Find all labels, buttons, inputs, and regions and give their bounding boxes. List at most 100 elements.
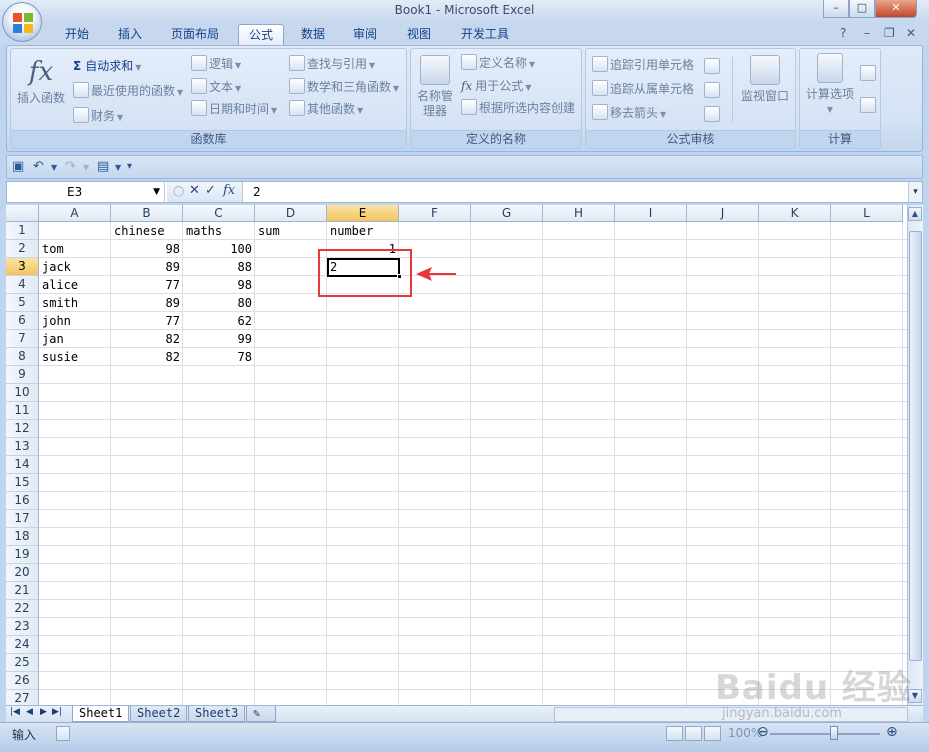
cell-a8[interactable]: susie bbox=[39, 348, 111, 366]
sheet-tab-sheet1[interactable]: Sheet1 bbox=[72, 706, 130, 722]
cell-b6[interactable]: 77 bbox=[111, 312, 183, 330]
tab-developer[interactable]: 开发工具 bbox=[450, 24, 520, 45]
row-header-23[interactable]: 23 bbox=[6, 618, 39, 636]
recent-functions-button[interactable]: 最近使用的函数 ▼ bbox=[73, 82, 183, 100]
row-header-10[interactable]: 10 bbox=[6, 384, 39, 402]
cell-b5[interactable]: 89 bbox=[111, 294, 183, 312]
name-box[interactable]: E3 ▼ bbox=[7, 182, 165, 202]
calculate-sheet-icon[interactable] bbox=[860, 97, 876, 113]
column-header-k[interactable]: K bbox=[759, 205, 831, 222]
customize-qat-icon[interactable]: ▾ bbox=[127, 161, 132, 172]
vertical-scroll-thumb[interactable] bbox=[909, 231, 922, 661]
window-close-button[interactable]: ✕ bbox=[875, 0, 917, 18]
other-functions-button[interactable]: 其他函数 ▼ bbox=[289, 100, 363, 118]
cell-a3[interactable]: jack bbox=[39, 258, 111, 276]
redo-dropdown-icon[interactable]: ▼ bbox=[83, 163, 89, 172]
column-header-a[interactable]: A bbox=[39, 205, 111, 222]
cell-c2[interactable]: 100 bbox=[183, 240, 255, 258]
row-header-9[interactable]: 9 bbox=[6, 366, 39, 384]
cell-a7[interactable]: jan bbox=[39, 330, 111, 348]
column-header-e[interactable]: E bbox=[327, 205, 399, 222]
row-header-24[interactable]: 24 bbox=[6, 636, 39, 654]
help-icon[interactable]: ? bbox=[840, 26, 846, 40]
row-header-21[interactable]: 21 bbox=[6, 582, 39, 600]
insert-sheet-icon[interactable]: ✎ bbox=[246, 706, 276, 722]
column-header-g[interactable]: G bbox=[471, 205, 543, 222]
define-name-button[interactable]: 定义名称 ▼ bbox=[461, 54, 535, 72]
redo-icon[interactable]: ↷ bbox=[65, 159, 76, 174]
cell-a6[interactable]: john bbox=[39, 312, 111, 330]
cell-b2[interactable]: 98 bbox=[111, 240, 183, 258]
cell-a4[interactable]: alice bbox=[39, 276, 111, 294]
column-header-b[interactable]: B bbox=[111, 205, 183, 222]
tab-data[interactable]: 数据 bbox=[290, 24, 336, 45]
prev-sheet-icon[interactable]: ◀ bbox=[26, 707, 33, 717]
cell-c7[interactable]: 99 bbox=[183, 330, 255, 348]
cancel-formula-icon[interactable]: ✕ bbox=[189, 183, 200, 198]
row-header-7[interactable]: 7 bbox=[6, 330, 39, 348]
tab-review[interactable]: 审阅 bbox=[342, 24, 388, 45]
create-from-selection-button[interactable]: 根据所选内容创建 bbox=[461, 99, 575, 117]
column-header-j[interactable]: J bbox=[687, 205, 759, 222]
row-header-6[interactable]: 6 bbox=[6, 312, 39, 330]
watch-window-button[interactable]: 监视窗口 bbox=[738, 55, 792, 104]
column-header-i[interactable]: I bbox=[615, 205, 687, 222]
cell-b1[interactable]: chinese bbox=[111, 222, 183, 240]
enter-formula-icon[interactable]: ✓ bbox=[205, 183, 216, 198]
tab-page-layout[interactable]: 页面布局 bbox=[160, 24, 230, 45]
worksheet-grid[interactable]: A B C D E F G H I J K L 1 2 3 4 5 6 7 8 9 10 11 12 13 14 15 16 17 18 1… bbox=[6, 205, 907, 705]
column-header-h[interactable]: H bbox=[543, 205, 615, 222]
sheet-tab-sheet3[interactable]: Sheet3 bbox=[188, 706, 246, 722]
tab-view[interactable]: 视图 bbox=[394, 24, 444, 45]
evaluate-formula-icon[interactable] bbox=[704, 106, 720, 122]
normal-view-icon[interactable] bbox=[666, 726, 683, 741]
insert-function-button[interactable]: fx 插入函数 bbox=[15, 55, 67, 106]
first-sheet-icon[interactable]: |◀ bbox=[10, 707, 20, 717]
column-header-c[interactable]: C bbox=[183, 205, 255, 222]
name-manager-button[interactable]: 名称管理器 bbox=[413, 55, 457, 119]
row-header-1[interactable]: 1 bbox=[6, 222, 39, 240]
financial-button[interactable]: 财务 ▼ bbox=[73, 107, 123, 125]
row-header-26[interactable]: 26 bbox=[6, 672, 39, 690]
trace-dependents-button[interactable]: 追踪从属单元格 bbox=[592, 80, 694, 98]
office-button[interactable] bbox=[2, 2, 42, 42]
window-minimize-button[interactable]: – bbox=[823, 0, 849, 18]
window-maximize-button[interactable]: □ bbox=[849, 0, 875, 18]
print-dropdown-icon[interactable]: ▼ bbox=[115, 163, 121, 172]
cell-d1[interactable]: sum bbox=[255, 222, 327, 240]
row-header-3[interactable]: 3 bbox=[6, 258, 39, 276]
row-header-20[interactable]: 20 bbox=[6, 564, 39, 582]
logical-button[interactable]: 逻辑 ▼ bbox=[191, 55, 241, 73]
column-header-l[interactable]: L bbox=[831, 205, 903, 222]
text-functions-button[interactable]: 文本 ▼ bbox=[191, 78, 241, 96]
cell-c8[interactable]: 78 bbox=[183, 348, 255, 366]
zoom-out-icon[interactable]: ⊖ bbox=[757, 724, 769, 740]
row-header-14[interactable]: 14 bbox=[6, 456, 39, 474]
tab-formulas[interactable]: 公式 bbox=[238, 24, 284, 45]
macro-record-icon[interactable] bbox=[56, 726, 70, 741]
use-in-formula-button[interactable]: fx 用于公式 ▼ bbox=[461, 77, 531, 95]
undo-dropdown-icon[interactable]: ▼ bbox=[51, 163, 57, 172]
cell-c4[interactable]: 98 bbox=[183, 276, 255, 294]
row-header-2[interactable]: 2 bbox=[6, 240, 39, 258]
datetime-button[interactable]: 日期和时间 ▼ bbox=[191, 100, 277, 118]
next-sheet-icon[interactable]: ▶ bbox=[40, 707, 47, 717]
row-header-17[interactable]: 17 bbox=[6, 510, 39, 528]
row-header-8[interactable]: 8 bbox=[6, 348, 39, 366]
calculation-options-button[interactable]: 计算选项 ▼ bbox=[802, 53, 858, 117]
expand-formula-bar-icon[interactable]: ▾ bbox=[908, 182, 922, 202]
column-header-f[interactable]: F bbox=[399, 205, 471, 222]
row-header-13[interactable]: 13 bbox=[6, 438, 39, 456]
print-preview-icon[interactable]: ▤ bbox=[97, 159, 109, 174]
autosum-button[interactable]: Σ 自动求和 ▼ bbox=[73, 57, 141, 75]
sheet-tab-sheet2[interactable]: Sheet2 bbox=[130, 706, 188, 722]
tab-insert[interactable]: 插入 bbox=[106, 24, 154, 45]
cell-c1[interactable]: maths bbox=[183, 222, 255, 240]
cell-c3[interactable]: 88 bbox=[183, 258, 255, 276]
cell-a2[interactable]: tom bbox=[39, 240, 111, 258]
row-header-22[interactable]: 22 bbox=[6, 600, 39, 618]
row-header-16[interactable]: 16 bbox=[6, 492, 39, 510]
tab-home[interactable]: 开始 bbox=[52, 24, 102, 45]
select-all-corner[interactable] bbox=[6, 205, 39, 222]
row-header-27[interactable]: 27 bbox=[6, 690, 39, 705]
